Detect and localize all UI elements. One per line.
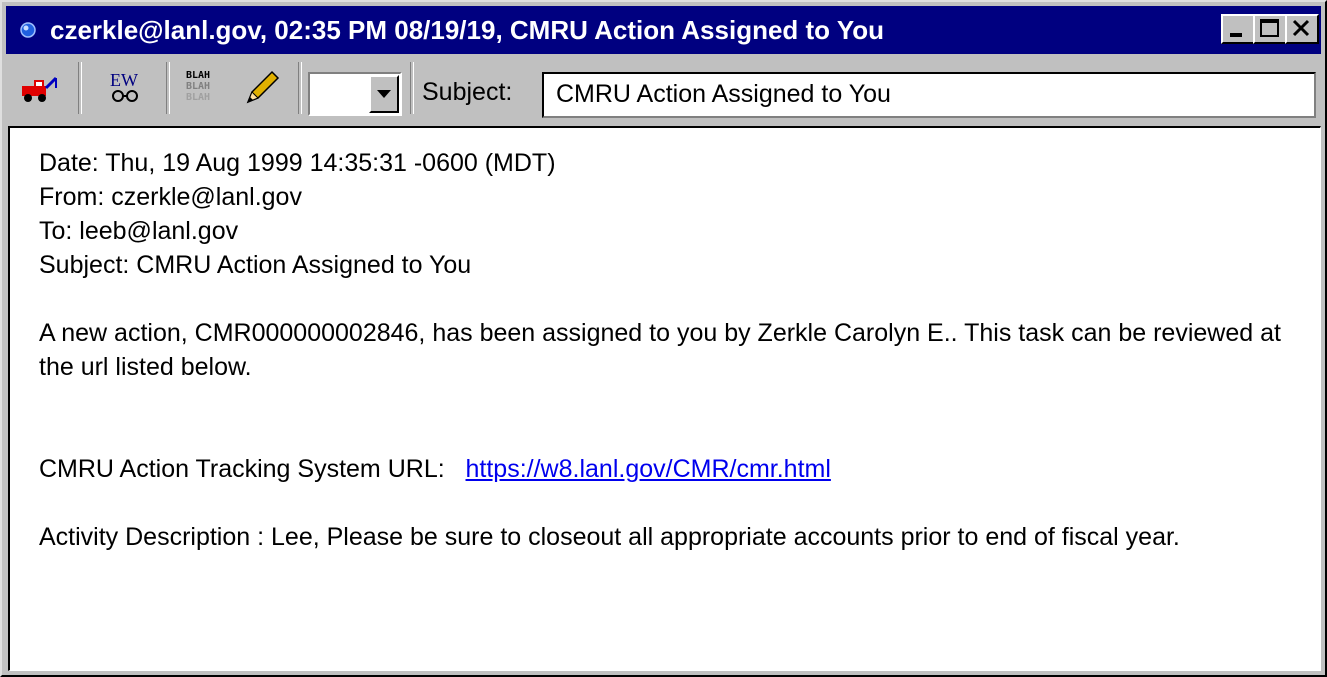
tracking-url-link[interactable]: https://w8.lanl.gov/CMR/cmr.html [466,455,831,483]
tow-truck-icon[interactable] [18,66,60,108]
blah-icon[interactable]: BLAH BLAH BLAH [182,66,224,108]
toolbar-separator [298,62,302,114]
priority-select[interactable] [308,72,402,116]
svg-text:BLAH: BLAH [186,81,210,92]
maximize-button[interactable] [1253,14,1287,44]
activity-description: Activity Description : Lee, Please be su… [39,523,1180,551]
subject-field[interactable]: CMRU Action Assigned to You [542,72,1316,118]
svg-text:EW: EW [110,70,138,90]
subject-header: Subject: CMRU Action Assigned to You [39,251,472,279]
date-header: Date: Thu, 19 Aug 1999 14:35:31 -0600 (M… [39,149,556,177]
to-header: To: leeb@lanl.gov [39,217,239,245]
pencil-icon[interactable] [240,66,282,108]
url-line: CMRU Action Tracking System URL: https:/… [39,452,1320,486]
svg-text:BLAH: BLAH [186,92,210,103]
ew-glasses-icon[interactable]: EW [106,66,148,108]
from-header: From: czerkle@lanl.gov [39,183,302,211]
url-label: CMRU Action Tracking System URL: [39,455,445,483]
title-bar[interactable]: czerkle@lanl.gov, 02:35 PM 08/19/19, CMR… [6,6,1321,54]
close-button[interactable] [1285,14,1319,44]
message-window: czerkle@lanl.gov, 02:35 PM 08/19/19, CMR… [0,0,1327,677]
dropdown-arrow-icon [377,90,391,98]
window-title: czerkle@lanl.gov, 02:35 PM 08/19/19, CMR… [50,15,884,45]
toolbar-separator [410,62,414,114]
globe-icon [20,22,36,38]
minimize-icon [1230,33,1242,37]
minimize-button[interactable] [1221,14,1255,44]
message-body[interactable]: Date: Thu, 19 Aug 1999 14:35:31 -0600 (M… [8,126,1321,671]
toolbar: EW BLAH BLAH BLAH Subject: CMRU Action A… [6,56,1321,122]
close-icon [1292,19,1310,37]
message-paragraph: A new action, CMR000000002846, has been … [39,319,1281,381]
svg-text:BLAH: BLAH [186,70,210,81]
maximize-icon [1260,19,1279,37]
dropdown-button[interactable] [369,75,399,113]
subject-label: Subject: [422,78,513,106]
toolbar-separator [78,62,82,114]
toolbar-separator [166,62,170,114]
